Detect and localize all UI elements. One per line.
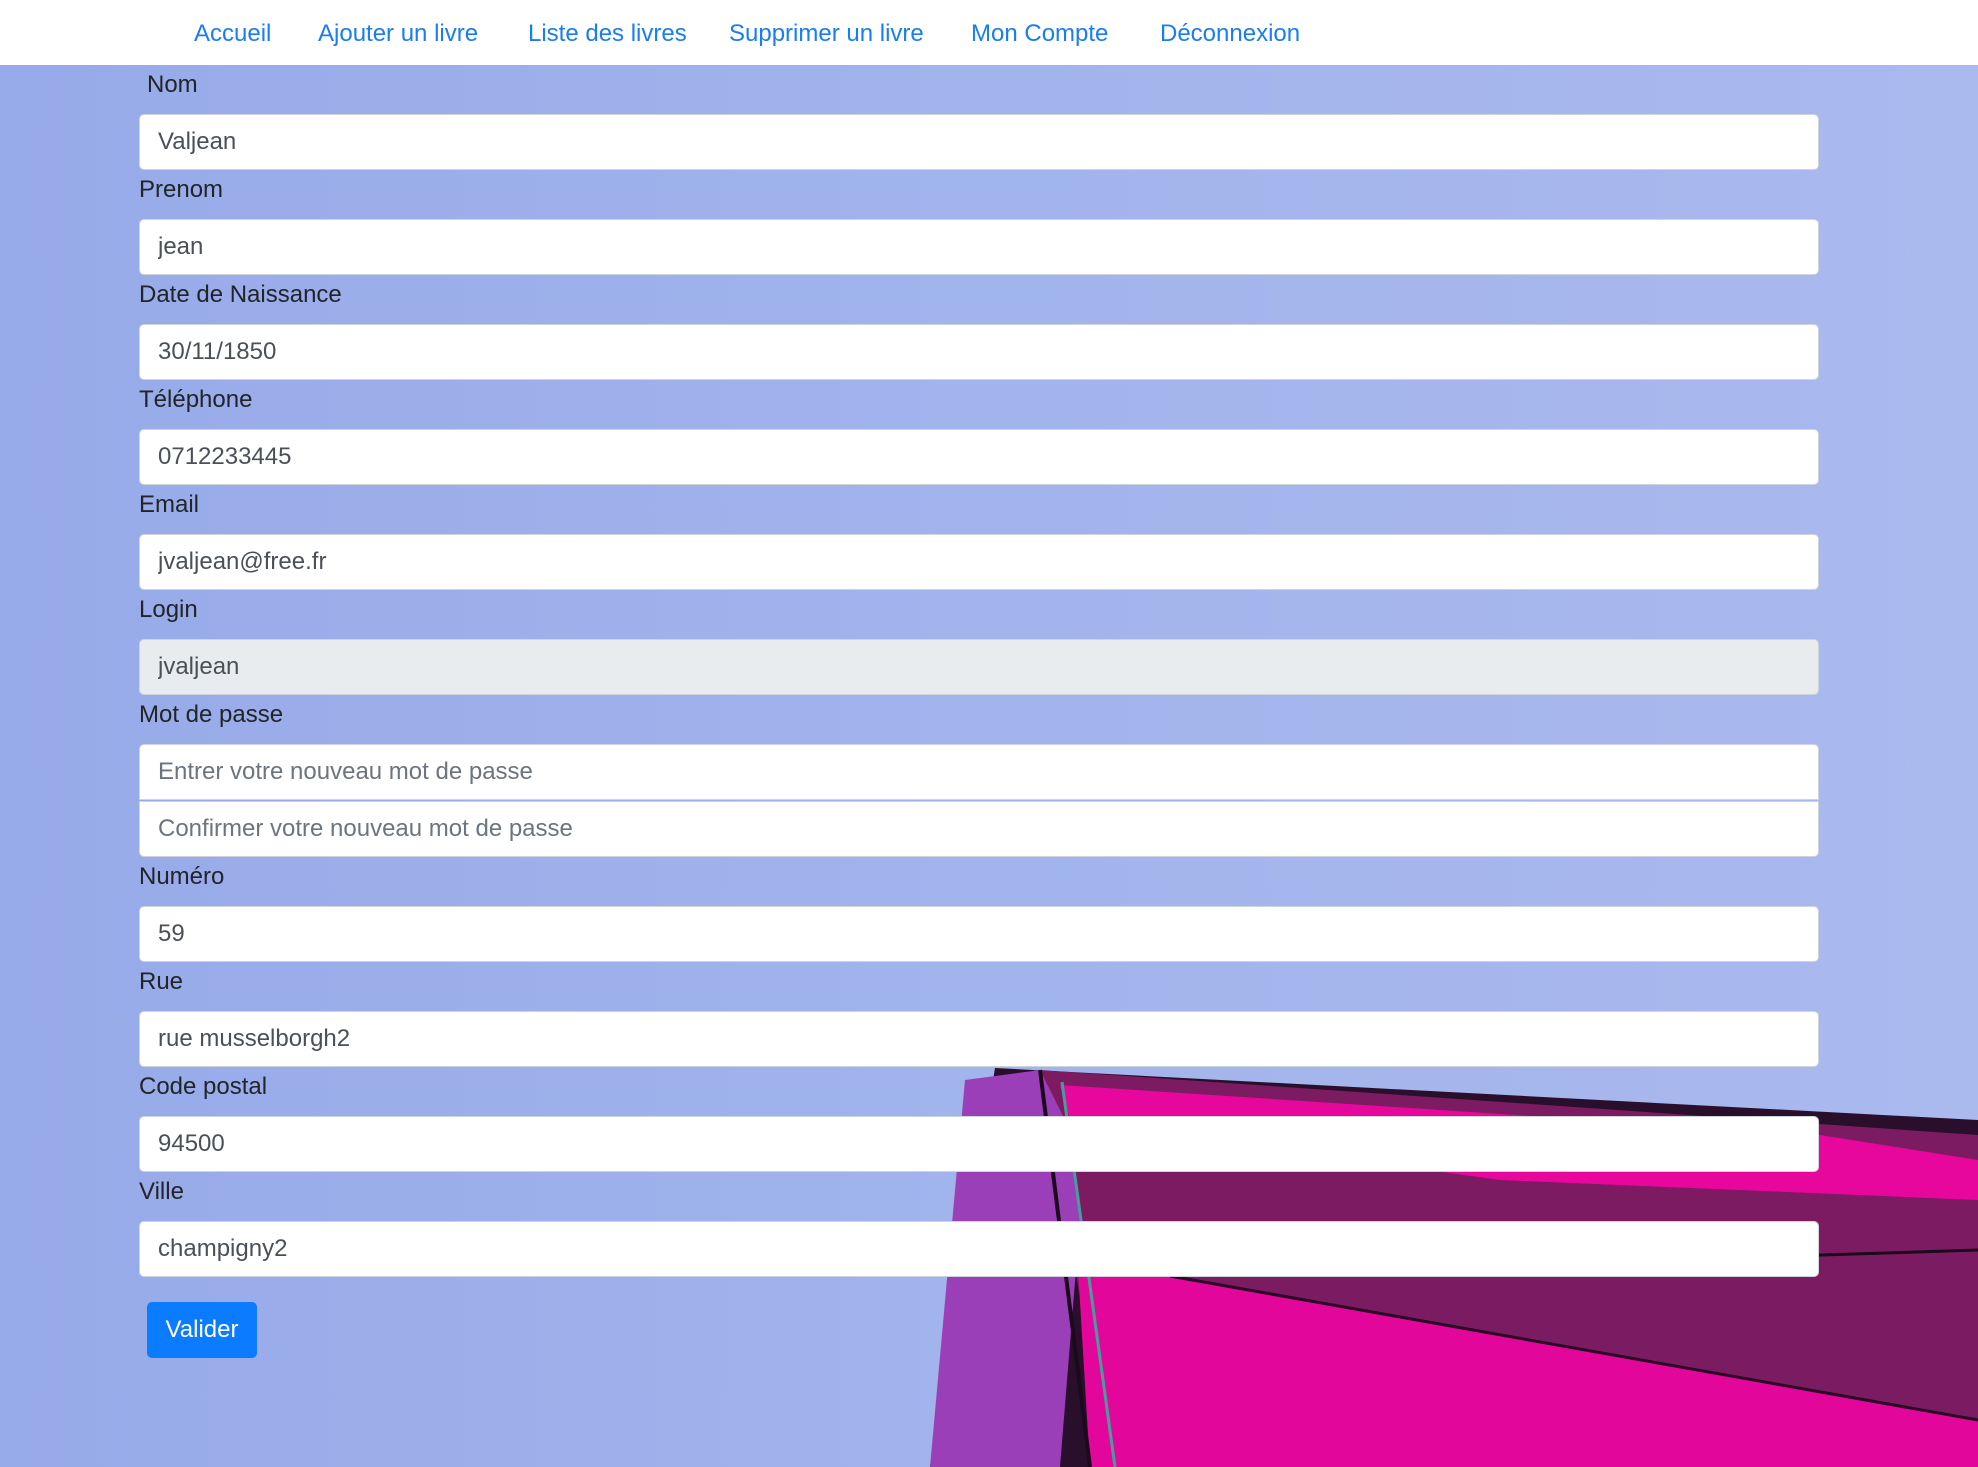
top-navbar: Accueil Ajouter un livre Liste des livre… xyxy=(0,0,1978,65)
nav-accueil[interactable]: Accueil xyxy=(194,18,271,50)
confirm-password-input[interactable] xyxy=(139,801,1819,857)
numero-label: Numéro xyxy=(139,863,225,890)
rue-input[interactable] xyxy=(139,1011,1819,1067)
email-input[interactable] xyxy=(139,534,1819,590)
rue-label: Rue xyxy=(139,968,184,995)
prenom-input[interactable] xyxy=(139,219,1819,275)
nav-liste-livres[interactable]: Liste des livres xyxy=(528,18,687,50)
login-label: Login xyxy=(139,596,198,623)
nav-ajouter-livre[interactable]: Ajouter un livre xyxy=(318,18,478,50)
birthdate-input[interactable] xyxy=(139,324,1819,380)
naissance-label: Date de Naissance xyxy=(139,281,342,308)
nav-supprimer-livre[interactable]: Supprimer un livre xyxy=(729,18,924,50)
login-input xyxy=(139,639,1819,695)
account-form: Nom Prenom Date de Naissance Téléphone E… xyxy=(0,0,1978,1467)
telephone-label: Téléphone xyxy=(139,386,253,413)
nav-deconnexion[interactable]: Déconnexion xyxy=(1160,18,1300,50)
new-password-input[interactable] xyxy=(139,744,1819,800)
password-label: Mot de passe xyxy=(139,701,284,728)
ville-input[interactable] xyxy=(139,1221,1819,1277)
code-postal-input[interactable] xyxy=(139,1116,1819,1172)
nav-mon-compte[interactable]: Mon Compte xyxy=(971,18,1108,50)
prenom-label: Prenom xyxy=(139,176,224,203)
numero-input[interactable] xyxy=(139,906,1819,962)
nom-input[interactable] xyxy=(139,114,1819,170)
ville-label: Ville xyxy=(139,1178,184,1205)
code-postal-label: Code postal xyxy=(139,1073,268,1100)
valider-button[interactable]: Valider xyxy=(147,1302,257,1358)
email-label: Email xyxy=(139,491,200,518)
telephone-input[interactable] xyxy=(139,429,1819,485)
nom-label: Nom xyxy=(147,71,198,98)
